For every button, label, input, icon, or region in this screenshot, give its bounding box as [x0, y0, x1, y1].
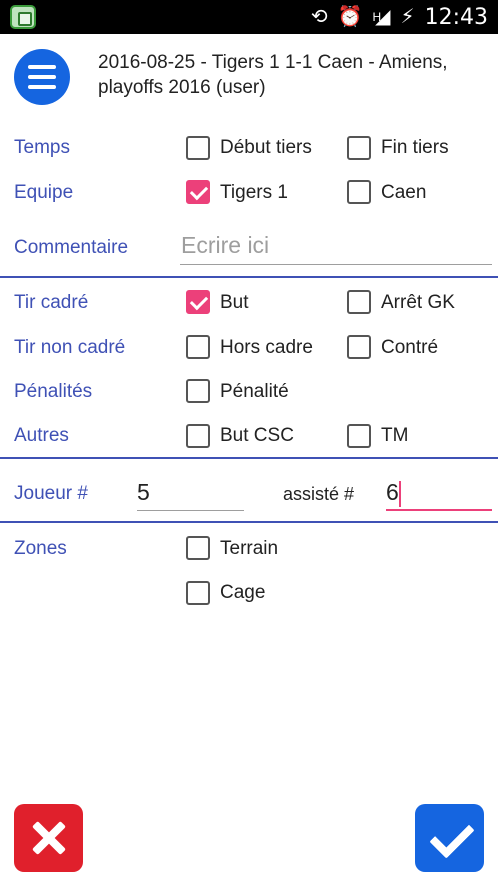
- penalites-label: Pénalités: [14, 381, 93, 402]
- confirm-button[interactable]: [415, 804, 484, 872]
- penalite-checkbox[interactable]: [186, 379, 210, 403]
- assiste-label: assisté #: [283, 484, 355, 504]
- tir-cadre-label: Tir cadré: [14, 292, 89, 313]
- debut-tiers-label[interactable]: Début tiers: [220, 135, 312, 161]
- debut-tiers-checkbox[interactable]: [186, 136, 210, 160]
- terrain-label[interactable]: Terrain: [220, 536, 278, 562]
- text-caret: [399, 481, 401, 507]
- joueur-number-input[interactable]: 5: [137, 477, 244, 511]
- zones-label: Zones: [14, 538, 67, 559]
- cancel-button[interactable]: [14, 804, 83, 872]
- fin-tiers-label[interactable]: Fin tiers: [381, 135, 449, 161]
- page-title: 2016-08-25 - Tigers 1 1-1 Caen - Amiens,…: [98, 52, 448, 98]
- network-type-label: H: [372, 10, 382, 24]
- terrain-checkbox[interactable]: [186, 536, 210, 560]
- battery-charging-icon: ⚡: [400, 6, 415, 28]
- commentaire-label: Commentaire: [14, 237, 129, 258]
- cage-label[interactable]: Cage: [220, 580, 265, 606]
- app-notification-icon: [10, 5, 36, 29]
- hors-cadre-checkbox[interactable]: [186, 335, 210, 359]
- tm-label[interactable]: TM: [381, 423, 408, 449]
- alarm-icon: ⏰: [337, 6, 363, 28]
- rotate-icon: ⟲: [310, 6, 328, 28]
- assiste-number-input[interactable]: 6: [386, 477, 492, 511]
- contre-label[interactable]: Contré: [381, 335, 438, 361]
- hamburger-menu-icon-bar: [28, 85, 56, 89]
- tir-non-cadre-label: Tir non cadré: [14, 337, 126, 358]
- temps-label: Temps: [14, 137, 70, 158]
- cage-checkbox[interactable]: [186, 581, 210, 605]
- commentaire-input[interactable]: Ecrire ici: [180, 229, 492, 265]
- arret-gk-label[interactable]: Arrêt GK: [381, 290, 455, 316]
- but-label[interactable]: But: [220, 290, 249, 316]
- equipe-label: Equipe: [14, 182, 74, 203]
- commentaire-placeholder: Ecrire ici: [181, 232, 270, 258]
- caen-checkbox[interactable]: [347, 180, 371, 204]
- but-checkbox[interactable]: [186, 290, 210, 314]
- clock: 12:43: [424, 4, 488, 30]
- tigers-1-checkbox[interactable]: [186, 180, 210, 204]
- hamburger-menu-icon: [28, 65, 56, 69]
- assiste-number-value: 6: [386, 479, 399, 505]
- menu-button[interactable]: [14, 49, 70, 105]
- tigers-1-label[interactable]: Tigers 1: [220, 180, 288, 206]
- tm-checkbox[interactable]: [347, 424, 371, 448]
- arret-gk-checkbox[interactable]: [347, 290, 371, 314]
- joueur-number-value: 5: [137, 479, 150, 505]
- section-divider: [0, 521, 498, 523]
- status-bar: ⟲ ⏰ H◢ ⚡ 12:43: [0, 0, 498, 34]
- caen-label[interactable]: Caen: [381, 180, 426, 206]
- but-csc-label[interactable]: But CSC: [220, 423, 294, 449]
- joueur-label: Joueur #: [14, 483, 88, 504]
- autres-label: Autres: [14, 425, 69, 446]
- section-divider: [0, 276, 498, 278]
- penalite-label[interactable]: Pénalité: [220, 379, 289, 405]
- but-csc-checkbox[interactable]: [186, 424, 210, 448]
- section-divider: [0, 457, 498, 459]
- contre-checkbox[interactable]: [347, 335, 371, 359]
- hors-cadre-label[interactable]: Hors cadre: [220, 335, 313, 361]
- hamburger-menu-icon-bar: [28, 75, 56, 79]
- status-icons: ⟲ ⏰ H◢ ⚡ 12:43: [311, 0, 488, 34]
- fin-tiers-checkbox[interactable]: [347, 136, 371, 160]
- signal-icon: H◢: [372, 6, 391, 28]
